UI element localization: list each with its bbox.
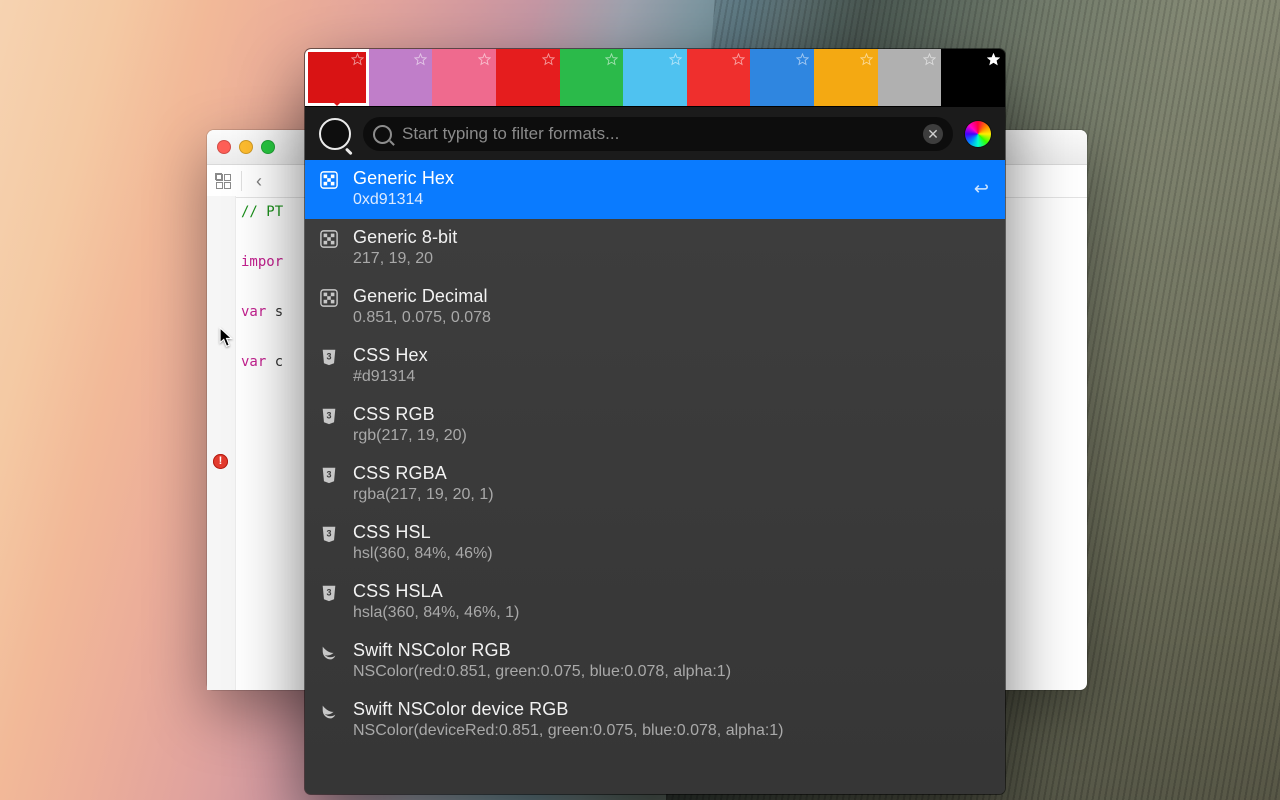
favorite-star-icon[interactable] xyxy=(987,53,1000,66)
favorite-star-icon[interactable] xyxy=(860,53,873,66)
format-value: hsl(360, 84%, 46%) xyxy=(353,545,493,563)
format-row[interactable]: CSS RGB rgb(217, 19, 20) xyxy=(305,396,1005,455)
css-format-icon xyxy=(319,465,339,485)
favorite-star-icon[interactable] xyxy=(542,53,555,66)
format-name: Swift NSColor device RGB xyxy=(353,699,784,720)
format-row[interactable]: CSS HSL hsl(360, 84%, 46%) xyxy=(305,514,1005,573)
format-row[interactable]: CSS RGBA rgba(217, 19, 20, 1) xyxy=(305,455,1005,514)
code-text: c xyxy=(266,354,283,370)
format-name: Generic Hex xyxy=(353,168,454,189)
format-list[interactable]: Generic Hex 0xd91314 ↩ Generic 8-bit 217, 19… xyxy=(305,160,1005,794)
color-wheel-icon[interactable] xyxy=(965,121,991,147)
toolbar-divider xyxy=(241,171,242,191)
checker-format-icon xyxy=(319,229,339,249)
css-format-icon xyxy=(319,583,339,603)
favorite-star-icon[interactable] xyxy=(351,53,364,66)
format-value: NSColor(red:0.851, green:0.075, blue:0.0… xyxy=(353,663,731,681)
format-value: #d91314 xyxy=(353,368,428,386)
css-format-icon xyxy=(319,347,339,367)
window-minimize-button[interactable] xyxy=(239,140,253,154)
format-value: 0xd91314 xyxy=(353,191,454,209)
format-name: CSS HSL xyxy=(353,522,493,543)
format-row[interactable]: Swift NSColor RGB NSColor(red:0.851, gree… xyxy=(305,632,1005,691)
swift-format-icon xyxy=(319,642,339,662)
format-name: CSS HSLA xyxy=(353,581,519,602)
window-close-button[interactable] xyxy=(217,140,231,154)
swatch-6[interactable] xyxy=(687,49,751,106)
search-icon xyxy=(373,125,392,144)
css-format-icon xyxy=(319,406,339,426)
code-editor-text[interactable]: // PT impor var s var c xyxy=(241,200,283,375)
swatch-7[interactable] xyxy=(750,49,814,106)
swatch-1[interactable] xyxy=(369,49,433,106)
swatch-9[interactable] xyxy=(878,49,942,106)
format-value: 217, 19, 20 xyxy=(353,250,457,268)
favorite-star-icon[interactable] xyxy=(414,53,427,66)
format-row[interactable]: CSS HSLA hsla(360, 84%, 46%, 1) xyxy=(305,573,1005,632)
checker-format-icon xyxy=(319,170,339,190)
format-row[interactable]: Generic Decimal 0.851, 0.075, 0.078 xyxy=(305,278,1005,337)
error-marker-icon[interactable] xyxy=(213,454,228,469)
favorite-star-icon[interactable] xyxy=(923,53,936,66)
swatch-row xyxy=(305,49,1005,106)
format-name: Generic Decimal xyxy=(353,286,491,307)
code-comment: // PT xyxy=(241,204,283,220)
format-row[interactable]: Generic 8-bit 217, 19, 20 xyxy=(305,219,1005,278)
swatch-5[interactable] xyxy=(623,49,687,106)
format-value: NSColor(deviceRed:0.851, green:0.075, bl… xyxy=(353,722,784,740)
checker-format-icon xyxy=(319,288,339,308)
editor-gutter xyxy=(207,196,236,690)
format-name: CSS RGB xyxy=(353,404,467,425)
search-input[interactable] xyxy=(400,123,915,145)
swatch-4[interactable] xyxy=(560,49,624,106)
code-keyword: var xyxy=(241,304,266,320)
favorite-star-icon[interactable] xyxy=(796,53,809,66)
favorite-star-icon[interactable] xyxy=(732,53,745,66)
format-row[interactable]: CSS Hex #d91314 xyxy=(305,337,1005,396)
code-keyword: var xyxy=(241,354,266,370)
favorite-star-icon[interactable] xyxy=(605,53,618,66)
code-text: s xyxy=(266,304,283,320)
format-name: Generic 8-bit xyxy=(353,227,457,248)
format-value: rgba(217, 19, 20, 1) xyxy=(353,486,494,504)
swatch-10[interactable] xyxy=(941,49,1005,106)
swatch-0[interactable] xyxy=(305,49,369,106)
format-name: Swift NSColor RGB xyxy=(353,640,731,661)
swatch-8[interactable] xyxy=(814,49,878,106)
code-keyword: impor xyxy=(241,254,283,270)
color-picker-panel: ✕ Generic Hex 0xd91314 ↩ Generic 8-bit 217, … xyxy=(305,49,1005,794)
format-row[interactable]: Generic Hex 0xd91314 ↩ xyxy=(305,160,1005,219)
format-value: hsla(360, 84%, 46%, 1) xyxy=(353,604,519,622)
format-name: CSS RGBA xyxy=(353,463,494,484)
swatch-2[interactable] xyxy=(432,49,496,106)
picker-search-bar: ✕ xyxy=(305,106,1005,161)
format-row[interactable]: Swift NSColor device RGB NSColor(deviceRe… xyxy=(305,691,1005,750)
nav-back-button[interactable]: ‹ xyxy=(252,172,266,190)
return-key-icon: ↩ xyxy=(974,179,989,200)
format-value: 0.851, 0.075, 0.078 xyxy=(353,309,491,327)
swift-format-icon xyxy=(319,701,339,721)
swatch-3[interactable] xyxy=(496,49,560,106)
related-items-icon[interactable] xyxy=(215,173,231,189)
favorite-star-icon[interactable] xyxy=(669,53,682,66)
favorite-star-icon[interactable] xyxy=(478,53,491,66)
format-name: CSS Hex xyxy=(353,345,428,366)
format-search-field[interactable]: ✕ xyxy=(363,117,953,151)
css-format-icon xyxy=(319,524,339,544)
eyedropper-loupe-icon[interactable] xyxy=(319,118,351,150)
clear-search-button[interactable]: ✕ xyxy=(923,124,943,144)
window-zoom-button[interactable] xyxy=(261,140,275,154)
format-value: rgb(217, 19, 20) xyxy=(353,427,467,445)
